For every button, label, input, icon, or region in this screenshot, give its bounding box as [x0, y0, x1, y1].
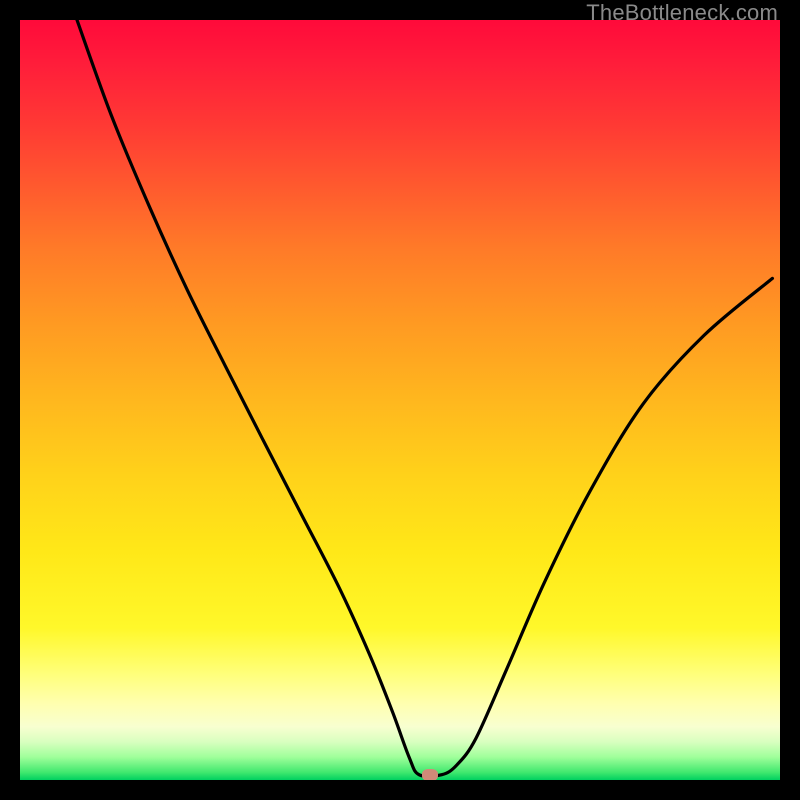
plot-area [20, 20, 780, 780]
optimal-marker [422, 769, 438, 780]
chart-frame: TheBottleneck.com [0, 0, 800, 800]
watermark-text: TheBottleneck.com [586, 0, 778, 26]
bottleneck-curve [20, 20, 780, 780]
